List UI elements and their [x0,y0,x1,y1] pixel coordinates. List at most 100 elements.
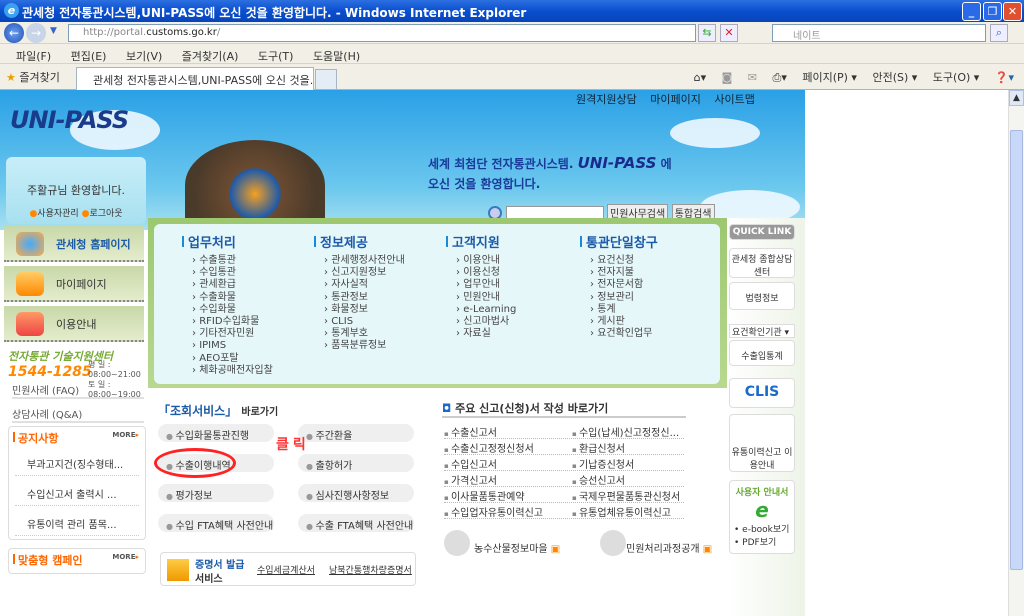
menu-help[interactable]: 도움말(H) [313,50,360,63]
faq-link[interactable]: 민원사례 (FAQ) [12,382,144,399]
search-input[interactable]: 네이트 [772,24,986,42]
form-link[interactable]: 기납증신청서 [572,456,634,471]
print-icon[interactable]: ⎙▾ [773,71,787,84]
menu-link[interactable]: 자사실적 [314,279,405,291]
menu-link[interactable]: e-Learning [446,304,516,316]
menu-link[interactable]: 관세환급 [182,279,273,291]
nav-guide[interactable]: 이용안내 [4,306,144,342]
menu-link[interactable]: 수입통관 [182,267,273,279]
quick-trade-stats[interactable]: 수출입통계 [729,340,795,366]
form-link[interactable]: 환급신청서 [572,440,625,455]
menu-edit[interactable]: 편집(E) [71,50,107,63]
tab-active[interactable]: 관세청 전자통관시스템,UNI-PASS에 오신 것을... [76,67,314,90]
menu-heading[interactable]: 고객지원 [446,232,516,251]
lookup-item[interactable]: 수입화물통관진행 [158,424,274,442]
remote-support-link[interactable]: 원격지원상담 [576,93,637,106]
menu-link[interactable]: 화물정보 [314,304,405,316]
scroll-up-button[interactable]: ▲ [1009,90,1024,106]
menu-link[interactable]: 민원안내 [446,292,516,304]
lookup-item[interactable]: 주간환율 [298,424,414,442]
forward-button[interactable]: → [26,23,46,43]
menu-link[interactable]: 수출화물 [182,292,273,304]
menu-link[interactable]: 기타전자민원 [182,328,273,340]
ebook-link[interactable]: • e-book보기 [730,522,794,535]
menu-link[interactable]: 이용안내 [446,255,516,267]
nav-mypage[interactable]: 마이페이지 [4,266,144,302]
sitemap-link[interactable]: 사이트맵 [714,93,754,106]
menu-link[interactable]: 게시판 [580,316,658,328]
quick-consult-center[interactable]: 관세청 종합상담센터 [729,248,795,278]
menu-heading[interactable]: 정보제공 [314,232,405,251]
help-icon[interactable]: ❓▾ [995,71,1014,84]
menu-link[interactable]: 요건신청 [580,255,658,267]
notice-item[interactable]: 수입신고서 출력시 ... [15,476,139,506]
form-link[interactable]: 수출신고서 [444,424,497,439]
refresh-button[interactable]: ⇆ [698,24,716,42]
cert-link[interactable]: 남북간통행차량증명서 [329,563,412,576]
cert-title[interactable]: 증명서 발급 [195,556,244,571]
vertical-scrollbar[interactable]: ▲ [1008,90,1024,616]
civil-process-link[interactable]: 민원처리과정공개 ▣ [626,540,712,555]
lookup-item[interactable]: 수입 FTA혜택 사전안내 [158,514,274,532]
form-link[interactable]: 국제우편물품통관신청서 [572,488,680,503]
back-button[interactable]: ← [4,23,24,43]
quick-distribution[interactable]: 유통이력신고 이용안내 [729,414,795,472]
menu-favorites[interactable]: 즐겨찾기(A) [182,50,239,63]
tools-menu[interactable]: 도구(O) ▾ [933,71,980,84]
form-link[interactable]: 수입업자유통이력신고 [444,504,543,519]
pdf-link[interactable]: • PDF보기 [730,535,794,548]
menu-link[interactable]: IPIMS [182,340,273,352]
menu-link[interactable]: 체화공매전자입찰 [182,365,273,377]
menu-link[interactable]: 통관정보 [314,292,405,304]
menu-heading[interactable]: 통관단일창구 [580,232,658,251]
menu-link[interactable]: 통계 [580,304,658,316]
form-link[interactable]: 수입신고서 [444,456,497,471]
menu-link[interactable]: 이용신청 [446,267,516,279]
logout-link[interactable]: 로그아웃 [89,209,122,219]
menu-link[interactable]: 품목분류정보 [314,340,405,352]
notice-more-link[interactable]: MORE▸ [112,431,139,439]
form-link[interactable]: 수출신고정정신청서 [444,440,534,455]
maximize-button[interactable]: ❐ [983,2,1002,21]
menu-link[interactable]: 요건확인업무 [580,328,658,340]
nav-customs-home[interactable]: 관세청 홈페이지 [4,226,144,262]
url-input[interactable]: http://portal.customs.go.kr/ [68,24,696,42]
menu-link[interactable]: 수출통관 [182,255,273,267]
new-tab-button[interactable] [315,69,337,90]
agency-select[interactable]: 요건확인기관 ▾ [729,324,795,338]
menu-link[interactable]: 전자문서함 [580,279,658,291]
agri-info-link[interactable]: 농수산물정보마을 ▣ [474,540,560,555]
menu-link[interactable]: 수입화물 [182,304,273,316]
menu-link[interactable]: RFID수입화물 [182,316,273,328]
menu-link[interactable]: AEO포탈 [182,353,273,365]
menu-link[interactable]: 전자지불 [580,267,658,279]
menu-heading[interactable]: 업무처리 [182,232,273,251]
mail-icon[interactable]: ✉ [748,71,757,84]
lookup-item[interactable]: 출항허가 [298,454,414,472]
menu-tools[interactable]: 도구(T) [258,50,294,63]
menu-view[interactable]: 보기(V) [126,50,162,63]
form-link[interactable]: 유통업체유통이력신고 [572,504,671,519]
home-icon[interactable]: ⌂▾ [694,71,707,84]
notice-item[interactable]: 부과고지건(징수형태... [15,446,139,476]
menu-file[interactable]: 파일(F) [16,50,51,63]
uni-pass-logo[interactable]: UNI-PASS [10,106,129,134]
menu-link[interactable]: 신고지원정보 [314,267,405,279]
menu-link[interactable]: CLIS [314,316,405,328]
menu-link[interactable]: 자료실 [446,328,516,340]
menu-link[interactable]: 신고마법사 [446,316,516,328]
search-icon[interactable]: ⌕ [990,24,1008,42]
menu-link[interactable]: 정보관리 [580,292,658,304]
user-admin-link[interactable]: 사용자관리 [37,209,78,219]
close-button[interactable]: ✕ [1003,2,1022,21]
form-link[interactable]: 이사물품통관예약 [444,488,525,503]
form-link[interactable]: 승선신고서 [572,472,625,487]
lookup-item[interactable]: 평가정보 [158,484,274,502]
stop-button[interactable]: ✕ [720,24,738,42]
rss-icon[interactable]: ◙ [722,71,733,84]
mypage-link[interactable]: 마이페이지 [650,93,701,106]
quick-law-info[interactable]: 법령정보 [729,282,795,310]
form-link[interactable]: 수입(납세)신고정정신... [572,424,679,439]
qna-link[interactable]: 상담사례 (Q&A) [12,406,144,423]
scroll-thumb[interactable] [1010,130,1023,570]
